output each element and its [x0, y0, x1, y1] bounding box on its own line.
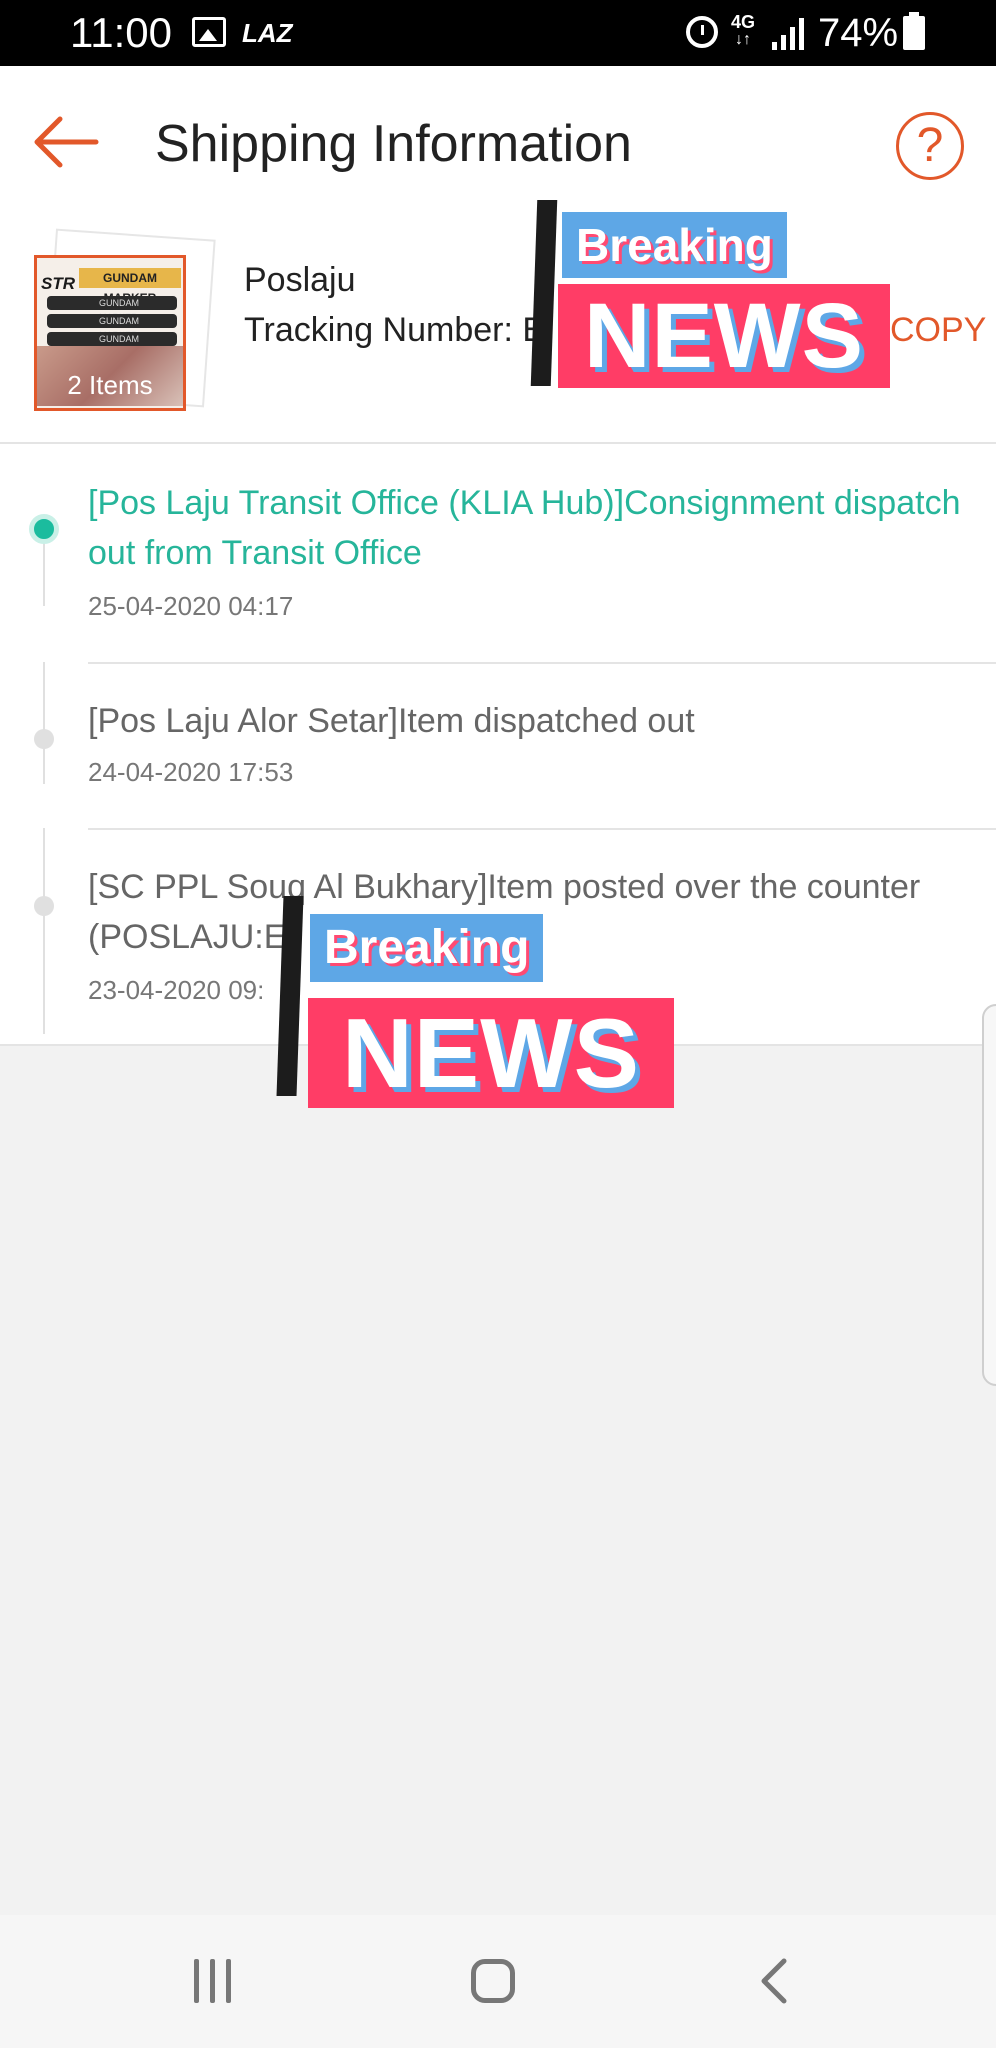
laz-icon: LAZ [242, 18, 293, 48]
signal-icon [772, 18, 806, 50]
timeline-event-title: [Pos Laju Alor Setar]Item dispatched out [88, 702, 695, 740]
question-circle-icon: ? [916, 119, 944, 172]
sticker-breaking-label: Breaking [562, 212, 787, 278]
sticker-breaking-label: Breaking [310, 914, 544, 982]
alarm-icon [686, 16, 718, 48]
product-thumbnail[interactable]: STR GUNDAM MARKER GUNDAM MARKER GUNDAM M… [34, 255, 186, 411]
thumbnail-product: GUNDAM MARKER [79, 268, 181, 305]
back-button[interactable] [30, 111, 102, 173]
gallery-icon [192, 17, 226, 47]
timeline-dot [34, 729, 54, 749]
arrow-left-icon [34, 116, 99, 168]
battery-icon [903, 12, 925, 50]
system-nav-bar [0, 1915, 996, 2048]
app-header: Shipping Information ? [0, 66, 996, 222]
thumbnail-marker: GUNDAM MARKER [47, 296, 177, 322]
timeline-event-time: 23-04-2020 09: [88, 975, 265, 1005]
back-icon[interactable] [756, 1955, 792, 2007]
copy-button[interactable]: COPY [890, 310, 986, 350]
divider [88, 662, 996, 664]
timeline-line [43, 828, 45, 1034]
courier-name: Poslaju [244, 261, 356, 299]
status-bar: 11:00 LAZ 4G ↓↑ 74% [0, 0, 996, 66]
breaking-news-sticker: Breaking NEWS [276, 896, 676, 1114]
sticker-news-label: NEWS [308, 998, 674, 1108]
battery-percent: 74% [818, 11, 899, 55]
timeline-event-time: 24-04-2020 17:53 [88, 757, 294, 787]
page-title: Shipping Information [155, 115, 632, 173]
home-icon[interactable] [471, 1959, 515, 2003]
timeline-line [43, 662, 45, 784]
status-time: 11:00 [70, 9, 172, 56]
network-4g-icon: 4G [731, 12, 756, 32]
sticker-news-label: NEWS [558, 284, 890, 388]
timeline-dot [34, 896, 54, 916]
thumbnail-marker: GUNDAM MARKER [47, 332, 177, 358]
help-button[interactable]: ? [896, 112, 964, 180]
thumbnail-marker: GUNDAM MARKER [47, 314, 177, 340]
sticker-bar [530, 200, 558, 386]
breaking-news-sticker: Breaking NEWS [530, 200, 894, 390]
sticker-bar [276, 896, 304, 1096]
divider [88, 828, 996, 830]
recent-apps-icon[interactable] [190, 1959, 236, 2003]
edge-panel-handle[interactable] [982, 1004, 996, 1386]
items-count: 2 Items [67, 370, 153, 400]
timeline-event-time: 25-04-2020 04:17 [88, 591, 294, 621]
timeline-dot-active [29, 514, 59, 544]
tracking-number: Tracking Number: E [244, 311, 546, 349]
thumbnail-brand: STR [41, 274, 75, 293]
timeline-event-title: [Pos Laju Transit Office (KLIA Hub)]Cons… [88, 484, 961, 572]
network-activity-icon: ↓↑ [735, 31, 751, 48]
